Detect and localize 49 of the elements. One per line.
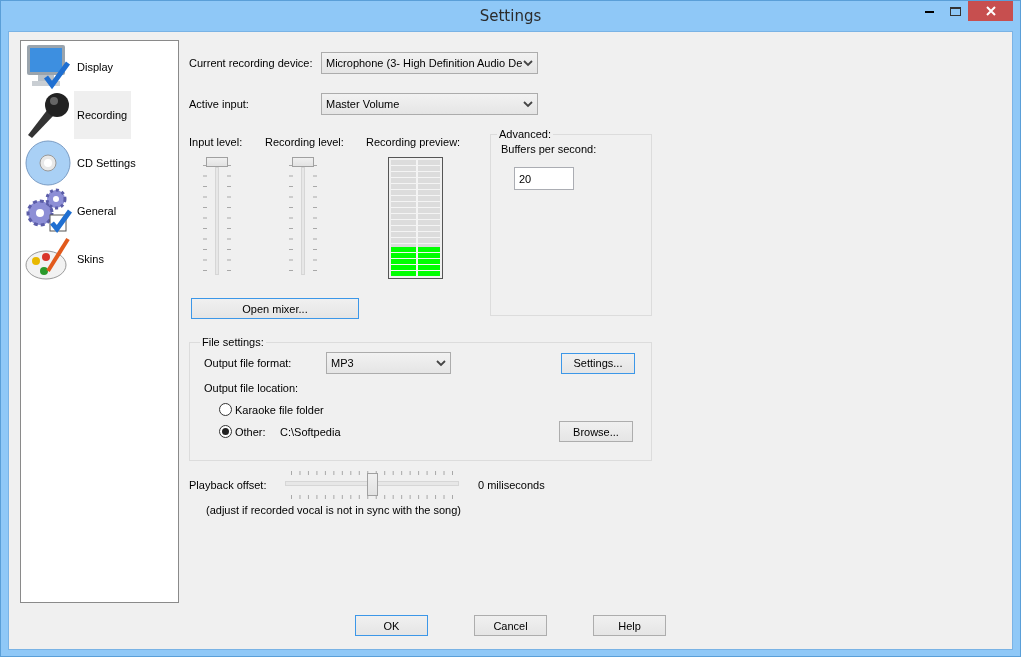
maximize-icon [949,6,961,16]
dialog-button[interactable]: Cancel [474,615,547,636]
dialog-button[interactable]: Help [593,615,666,636]
palette-icon [24,235,72,283]
horizontal-slider[interactable] [285,468,459,502]
chevron-down-icon [523,59,533,67]
buffers-input[interactable]: 20 [514,167,574,190]
slider-thumb[interactable] [292,157,314,167]
hint-text: (adjust if recorded vocal is not in sync with the song) [206,504,462,516]
input-dropdown[interactable]: Master Volume [321,93,538,115]
gears-check-icon [24,187,72,235]
offset-reading: 0 miliseconds [478,479,545,491]
minimize-icon [924,9,934,13]
chevron-down-icon [523,100,533,108]
slider-thumb[interactable] [367,473,378,496]
field-label: Playback offset: [189,479,268,491]
slider-label: Input level: [189,136,244,148]
sidebar-item[interactable]: Display [74,43,118,91]
browse-button[interactable]: Browse... [559,421,633,442]
window-title: Settings [479,6,542,25]
sidebar-item[interactable]: Recording [74,91,132,139]
field-label: Buffers per second: [501,143,598,155]
radio-button[interactable] [219,403,232,416]
close-icon [985,6,996,16]
group-title: Advanced: [498,128,552,140]
field-label: Active input: [189,98,250,110]
format-dropdown[interactable]: MP3 [326,352,451,374]
radio-label[interactable]: Karaoke file folder [235,403,324,416]
field-label: Current recording device: [189,57,314,69]
radio-button[interactable] [219,425,232,438]
settings-button[interactable]: Settings... [561,352,635,374]
field-label: Output file location: [204,382,300,394]
sidebar-item[interactable]: General [74,187,121,235]
slider-label: Recording level: [265,136,345,148]
dialog-button[interactable]: OK [355,615,428,636]
path-text: C:\Softpedia [280,425,341,438]
field-label: Output file format: [204,357,293,369]
disc-icon [24,139,72,187]
chevron-down-icon [436,359,446,367]
meter-label: Recording preview: [366,136,462,148]
sidebar-item[interactable]: CD Settings [74,139,140,187]
group-title: File settings: [201,336,265,348]
close-button[interactable] [968,1,1013,21]
slider-thumb[interactable] [206,157,228,167]
monitor-check-icon [24,43,72,91]
radio-label[interactable]: Other: [235,425,280,438]
open-mixer-button[interactable]: Open mixer... [191,298,359,319]
sidebar-item[interactable]: Skins [74,235,108,283]
device-dropdown[interactable]: Microphone (3- High Definition Audio De [321,52,538,74]
